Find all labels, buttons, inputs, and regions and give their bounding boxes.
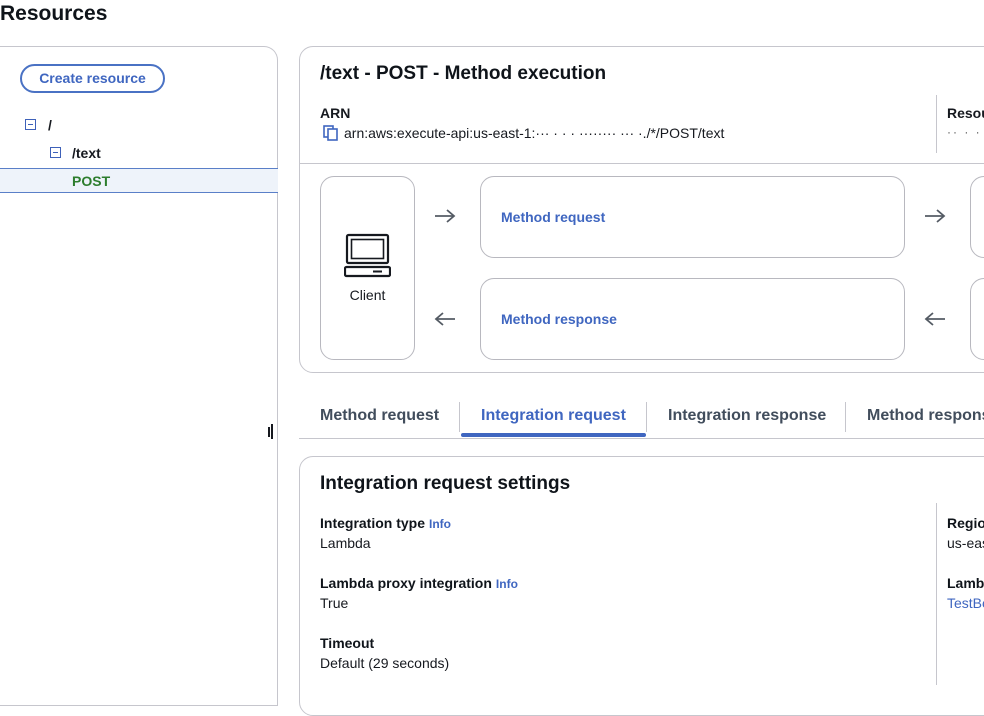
integration-type-value: Lambda (320, 535, 371, 551)
tab-separator (845, 402, 846, 432)
resource-id-label: Resou (947, 105, 984, 121)
lambda-proxy-label: Lambda proxy integration Info (320, 575, 518, 591)
info-link[interactable]: Info (496, 577, 518, 591)
arrow-right-icon (925, 209, 946, 223)
tree-item-text[interactable]: /text (72, 145, 101, 161)
panel-resize-handle[interactable] (268, 424, 273, 439)
resources-panel (0, 46, 278, 706)
tab-integration-response[interactable]: Integration response (668, 407, 826, 425)
arn-label: ARN (320, 105, 351, 121)
divider (936, 503, 937, 685)
tab-method-request[interactable]: Method request (320, 407, 439, 425)
timeout-label: Timeout (320, 635, 375, 651)
method-response-link[interactable]: Method response (501, 311, 617, 327)
integration-response-box[interactable] (970, 278, 984, 360)
resource-id-value: ·· · · (947, 125, 982, 139)
laptop-icon (344, 233, 391, 278)
client-label: Client (349, 287, 386, 303)
region-label: Regio (947, 515, 984, 531)
lambda-function-link[interactable]: TestBe (947, 595, 984, 611)
divider (936, 95, 937, 153)
collapse-icon[interactable] (25, 119, 36, 130)
arrow-left-icon (924, 312, 945, 326)
method-execution-title: /text - POST - Method execution (320, 63, 607, 84)
timeout-value: Default (29 seconds) (320, 655, 450, 671)
integration-request-box[interactable] (970, 176, 984, 258)
page-title: Resources (0, 2, 108, 25)
tab-method-response[interactable]: Method respons (867, 407, 984, 425)
settings-title: Integration request settings (320, 473, 571, 494)
info-link[interactable]: Info (429, 517, 451, 531)
tab-separator (646, 402, 647, 432)
tree-item-post-selected[interactable] (0, 168, 278, 193)
region-value: us-eas (947, 535, 984, 551)
tab-integration-request[interactable]: Integration request (481, 407, 626, 425)
tree-item-root[interactable]: / (48, 117, 52, 133)
divider (300, 163, 984, 164)
arn-value: arn:aws:execute-api:us-east-1:··· · · · … (344, 125, 725, 141)
collapse-icon[interactable] (50, 147, 61, 158)
create-resource-button[interactable]: Create resource (20, 64, 165, 93)
method-request-link[interactable]: Method request (501, 209, 605, 225)
integration-type-label: Integration type Info (320, 515, 452, 531)
arrow-left-icon (434, 312, 455, 326)
tab-separator (459, 402, 460, 432)
active-tab-indicator (461, 433, 646, 437)
arrow-right-icon (435, 209, 456, 223)
divider (299, 438, 984, 439)
copy-icon[interactable] (323, 125, 339, 141)
lambda-function-label: Lamb (947, 575, 984, 591)
lambda-proxy-value: True (320, 595, 349, 611)
tree-item-post-label[interactable]: POST (72, 173, 110, 189)
